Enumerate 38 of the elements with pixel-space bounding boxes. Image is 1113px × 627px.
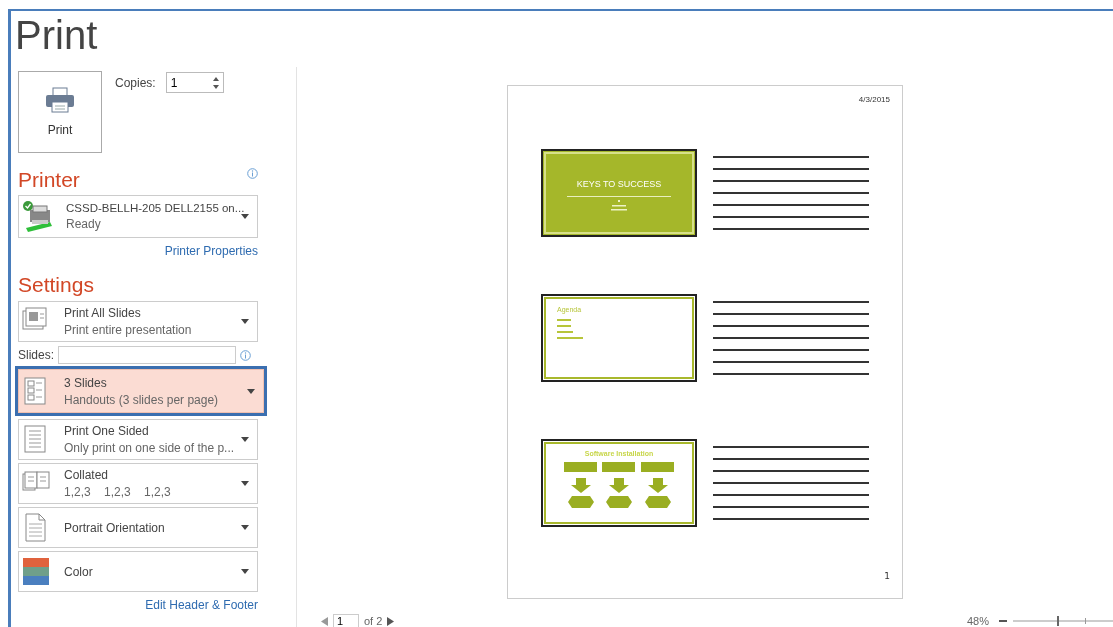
caret-icon (247, 388, 255, 394)
settings-dropdown[interactable]: 3 Slides Handouts (3 slides per page) (18, 369, 264, 413)
page-date: 4/3/2015 (858, 95, 890, 104)
page-count: of 2 (364, 615, 383, 627)
copies-field[interactable]: 1 (165, 72, 224, 93)
caret-icon (241, 569, 249, 574)
edit-header-footer-link[interactable]: Edit Header & Footer (145, 598, 258, 612)
previous-page-icon (321, 616, 328, 626)
info-icon (240, 350, 252, 361)
next-page-icon (387, 616, 395, 626)
settings-dropdown[interactable]: Print One Sided Only print on one side of the p... (18, 419, 258, 460)
section-heading: Printer (18, 167, 80, 193)
spin-arrows-icon (211, 75, 220, 91)
printer-properties-link[interactable]: Printer Properties (164, 244, 258, 258)
print-button[interactable]: Print (18, 71, 102, 153)
info-icon (247, 168, 258, 179)
settings-dropdown[interactable]: Color (18, 551, 258, 592)
caret-icon (241, 319, 249, 324)
caret-icon (241, 437, 249, 442)
printer-icon (45, 87, 75, 113)
slide-title: KEYS TO SUCCESS (576, 179, 662, 189)
settings-dropdown[interactable]: Collated 1,2,3 1,2,3 1,2,3 (18, 463, 258, 504)
page-title: Print (14, 12, 99, 59)
slides-label: Slides: (18, 348, 55, 362)
caret-icon (241, 481, 249, 486)
caret-icon (241, 525, 249, 530)
section-heading: Settings (18, 272, 94, 298)
slides-field[interactable] (58, 346, 237, 364)
page-number: 1 (884, 571, 890, 581)
printer-dropdown[interactable]: CSSD-BELLH-205 DELL2155 on... Ready (18, 195, 258, 238)
settings-dropdown[interactable]: Portrait Orientation (18, 507, 258, 548)
page-number-field[interactable]: 1 (333, 613, 359, 627)
color-bars-icon (22, 557, 50, 586)
caret-icon (241, 214, 249, 219)
subtitle-marks-icon (609, 199, 629, 213)
copies-label: Copies: (115, 75, 156, 90)
zoom-percentage: 48% (966, 615, 989, 627)
settings-dropdown[interactable]: Print All Slides Print entire presentation (18, 301, 258, 342)
